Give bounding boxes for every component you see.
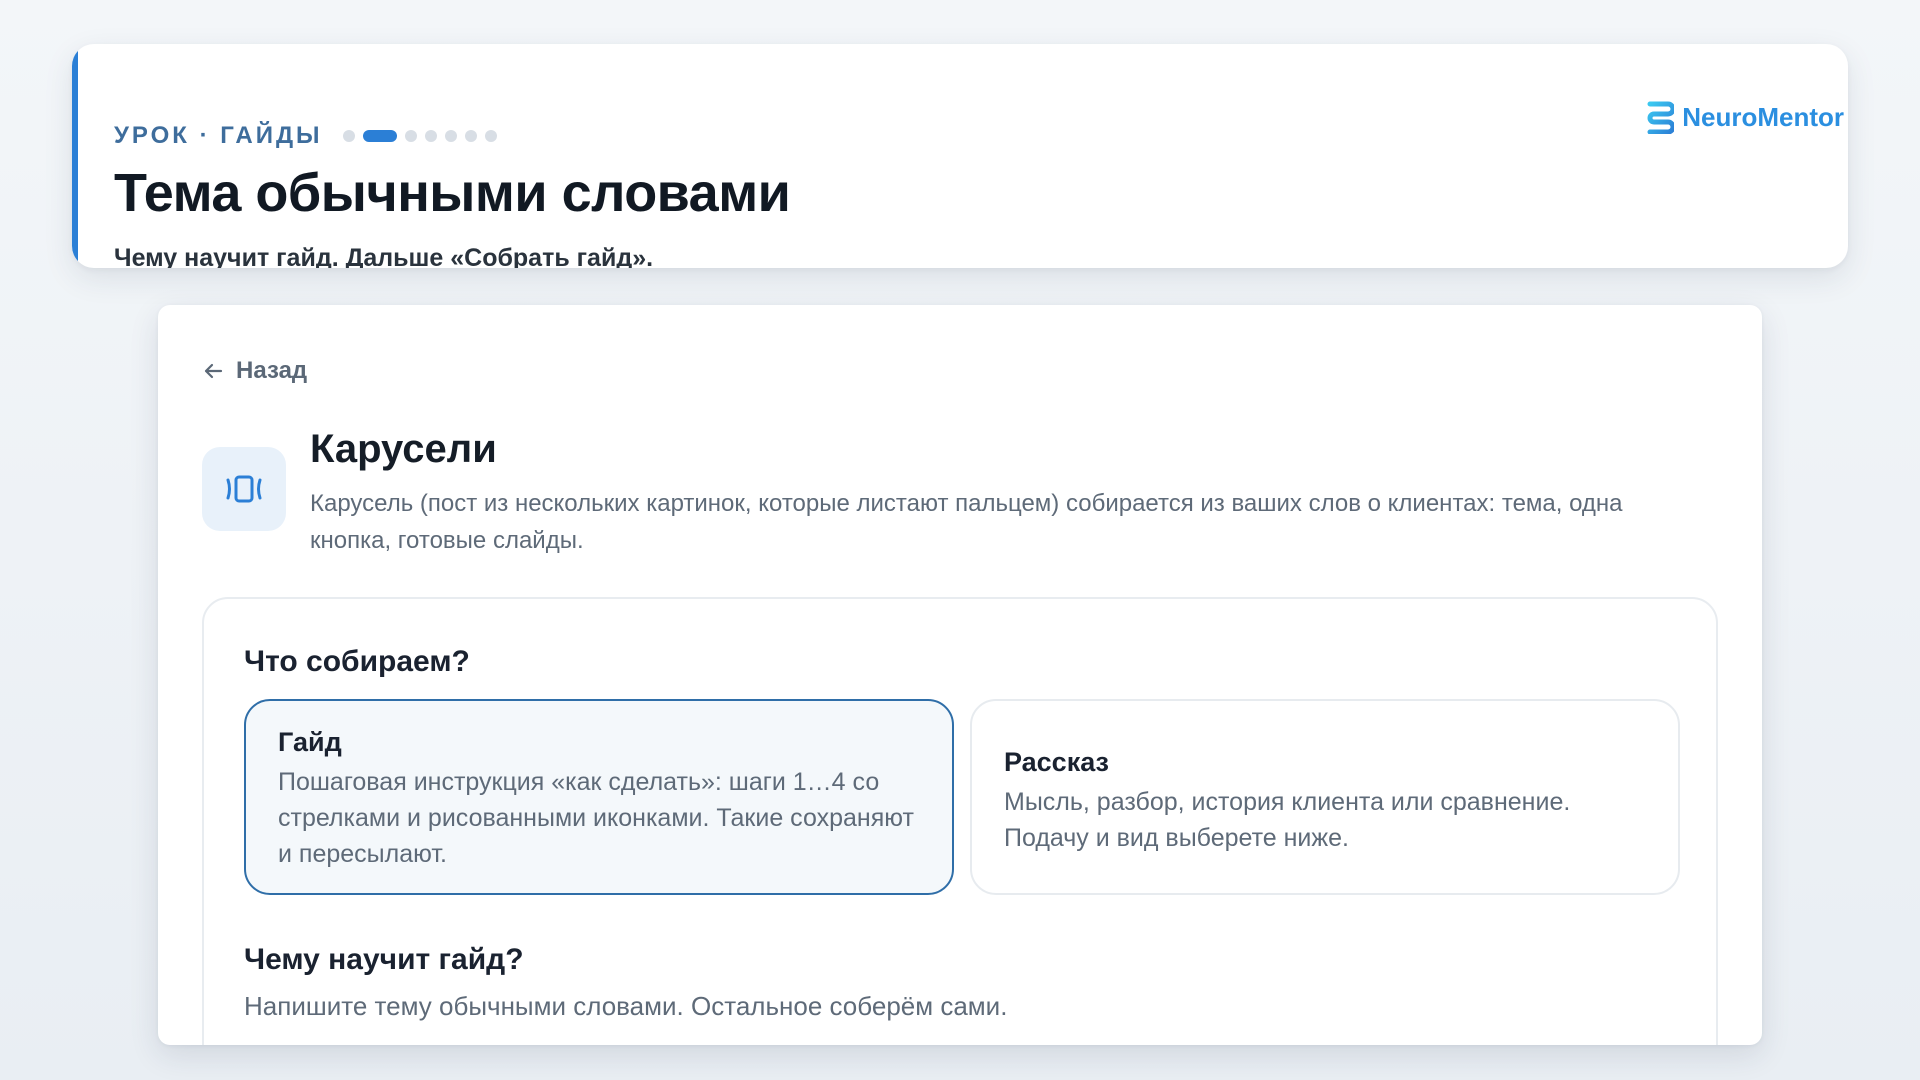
lesson-header: УРОК · ГАЙДЫ Тема обычными словами Чему … xyxy=(72,44,1848,268)
lesson-eyebrow: УРОК · ГАЙДЫ xyxy=(114,122,323,149)
progress-dot xyxy=(424,130,437,142)
progress-dot xyxy=(342,130,355,142)
carousel-icon xyxy=(202,447,286,531)
option-story[interactable]: Рассказ Мысль, разбор, история клиента и… xyxy=(970,699,1680,895)
topic-hint: Напишите тему обычными словами. Остально… xyxy=(244,991,1008,1021)
arrow-left-icon xyxy=(204,363,223,379)
carousel-panel: Назад Карусели Карусель (пост из несколь… xyxy=(158,305,1762,1045)
question-what-label: Что собираем? xyxy=(244,645,470,678)
lesson-title: Тема обычными словами xyxy=(114,163,791,223)
lesson-subtitle: Чему научит гайд. Дальше «Собрать гайд». xyxy=(114,244,654,268)
progress-dot-active xyxy=(362,130,397,142)
progress-dot xyxy=(464,130,477,142)
progress-dots xyxy=(342,130,497,142)
brand-name: NeuroMentor xyxy=(1682,101,1844,132)
option-guide[interactable]: Гайд Пошаговая инструкция «как сделать»:… xyxy=(244,699,954,895)
brand-logo-icon xyxy=(1647,101,1675,134)
option-description: Мысль, разбор, история клиента или сравн… xyxy=(1004,788,1571,852)
option-title: Гайд xyxy=(278,727,342,757)
progress-dot xyxy=(444,130,457,142)
option-description: Пошаговая инструкция «как сделать»: шаги… xyxy=(278,768,914,868)
section-title: Карусели xyxy=(310,427,497,471)
form-card: Что собираем? Гайд Пошаговая инструкция … xyxy=(202,597,1718,1045)
progress-dot xyxy=(484,130,497,142)
option-title: Рассказ xyxy=(1004,747,1109,777)
brand: NeuroMentor xyxy=(1644,100,1844,134)
progress-dot xyxy=(404,130,417,142)
eyebrow-row: УРОК · ГАЙДЫ xyxy=(114,122,497,150)
back-link[interactable]: Назад xyxy=(202,357,307,385)
back-label: Назад xyxy=(236,357,308,384)
question-topic-label: Чему научит гайд? xyxy=(244,943,524,976)
section-description: Карусель (пост из нескольких картинок, к… xyxy=(310,490,1623,554)
carousel-glyph xyxy=(226,475,262,503)
